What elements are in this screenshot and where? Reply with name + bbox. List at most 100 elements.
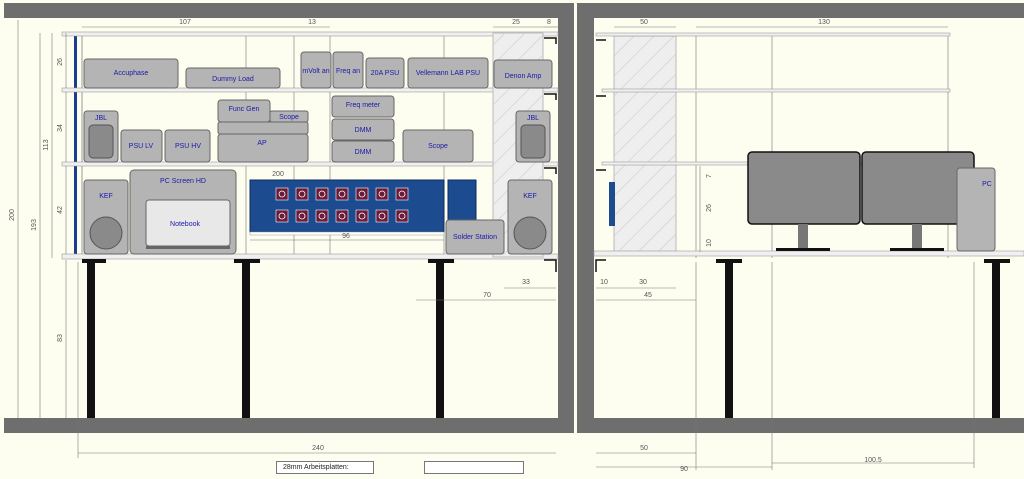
floor-left	[4, 418, 574, 433]
patch-socket	[355, 187, 369, 201]
dim-96: 96	[342, 233, 350, 240]
freq-meter-label: Freq meter	[346, 102, 381, 109]
diagram-stage: Accuphase Dummy Load mVolt an Freq an 20…	[0, 0, 1024, 474]
dim-70: 70	[483, 292, 491, 299]
patch-socket	[335, 187, 349, 201]
monitor-1-foot	[776, 248, 830, 251]
dim-45: 45	[644, 292, 652, 299]
ceiling-left	[4, 3, 574, 18]
patch-socket	[355, 209, 369, 223]
dim-42: 42	[57, 206, 64, 214]
patch-socket	[395, 209, 409, 223]
scope-label: Scope	[428, 143, 448, 150]
dim-34: 34	[57, 124, 64, 132]
psu-lv-label: PSU LV	[129, 143, 154, 150]
leg-3-post	[436, 262, 444, 418]
kef-left-woofer	[89, 216, 123, 250]
left-side-panel-edge	[74, 33, 77, 258]
patch-panel-right	[447, 179, 477, 221]
right-patch-panel	[609, 182, 615, 226]
bracket-1	[544, 37, 557, 44]
psu-hv-label: PSU HV	[175, 143, 201, 150]
jbl-right-label: JBL	[527, 115, 539, 122]
dim-10-b: 10	[706, 239, 713, 247]
jbl-left-woofer	[88, 124, 114, 159]
ap-top-box	[217, 121, 309, 135]
solder-station-label: Solder Station	[453, 234, 497, 241]
bracket-4	[544, 259, 557, 272]
dmm-1-label: DMM	[355, 127, 372, 134]
dim-33: 33	[522, 279, 530, 286]
bracket-2	[544, 93, 557, 100]
dim-26: 26	[57, 58, 64, 66]
patch-socket	[315, 209, 329, 223]
dummy-load-label: Dummy Load	[212, 76, 254, 83]
bracket-3	[544, 167, 557, 174]
leg-1-post	[87, 262, 95, 418]
worktop-note-text: 28mm Arbeitsplatten:	[283, 464, 349, 471]
dim-83: 83	[57, 334, 64, 342]
patch-socket	[335, 209, 349, 223]
dim-50-top: 50	[640, 19, 648, 26]
desk-top	[61, 253, 559, 260]
ceiling-right	[594, 3, 1024, 18]
notebook-label: Notebook	[170, 221, 200, 228]
pc-screen-label: PC Screen HD	[160, 178, 206, 185]
kef-right-woofer	[513, 216, 547, 250]
kef-left-label: KEF	[99, 193, 113, 200]
dim-100-5: 100.5	[864, 457, 882, 464]
patch-socket	[375, 209, 389, 223]
denon-label: Denon Amp	[505, 73, 542, 80]
notebook-base	[146, 246, 230, 249]
floor-right	[594, 418, 1024, 433]
right-shelf-top	[595, 32, 951, 37]
shelf-2	[61, 161, 559, 167]
leg-2-post	[242, 262, 250, 418]
monitor-1	[747, 151, 861, 225]
dim-10-a: 10	[600, 279, 608, 286]
right-leg-2-post	[992, 262, 1000, 418]
dim-26-right: 26	[706, 204, 713, 212]
dim-90: 90	[680, 466, 688, 473]
blank-note-box	[424, 461, 524, 474]
dim-25: 25	[512, 19, 520, 26]
shelf-top	[61, 31, 559, 37]
jbl-right-woofer	[520, 124, 546, 159]
scope-small-label: Scope	[279, 114, 299, 121]
right-shelf-1	[601, 88, 951, 93]
kef-right-label: KEF	[523, 193, 537, 200]
accuphase-label: Accuphase	[114, 70, 149, 77]
jbl-left-label: JBL	[95, 115, 107, 122]
psu-20a-label: 20A PSU	[371, 70, 399, 77]
ap-label: AP	[257, 140, 267, 147]
monitor-2-foot	[890, 248, 944, 251]
pc-label: PC	[982, 181, 992, 188]
dim-7: 7	[706, 174, 713, 178]
shelf-1	[61, 87, 559, 93]
corner-wall-left	[558, 3, 574, 433]
patch-socket	[275, 187, 289, 201]
corner-wall-right	[577, 3, 594, 433]
right-leg-1-post	[725, 262, 733, 418]
dim-113: 113	[43, 139, 50, 150]
monitor-2-stand	[912, 224, 922, 248]
dim-130: 130	[818, 19, 830, 26]
freq-an-label: Freq an	[336, 68, 360, 75]
patch-socket	[375, 187, 389, 201]
workbench-drawing: Accuphase Dummy Load mVolt an Freq an 20…	[4, 3, 1024, 473]
patch-socket	[395, 187, 409, 201]
dim-13: 13	[308, 19, 316, 26]
dim-8: 8	[547, 19, 551, 26]
right-bracket-4	[595, 259, 606, 272]
dim-200-mid: 200	[272, 171, 284, 178]
patch-socket	[295, 187, 309, 201]
dim-200-left: 200	[9, 209, 16, 221]
dim-30: 30	[639, 279, 647, 286]
monitor-1-stand	[798, 224, 808, 248]
mvolt-label: mVolt an	[302, 68, 329, 75]
dmm-2-label: DMM	[355, 149, 372, 156]
func-gen-label: Func Gen	[229, 106, 260, 113]
dim-50-bottom: 50	[640, 445, 648, 452]
patch-socket	[315, 187, 329, 201]
dim-193: 193	[31, 219, 38, 231]
